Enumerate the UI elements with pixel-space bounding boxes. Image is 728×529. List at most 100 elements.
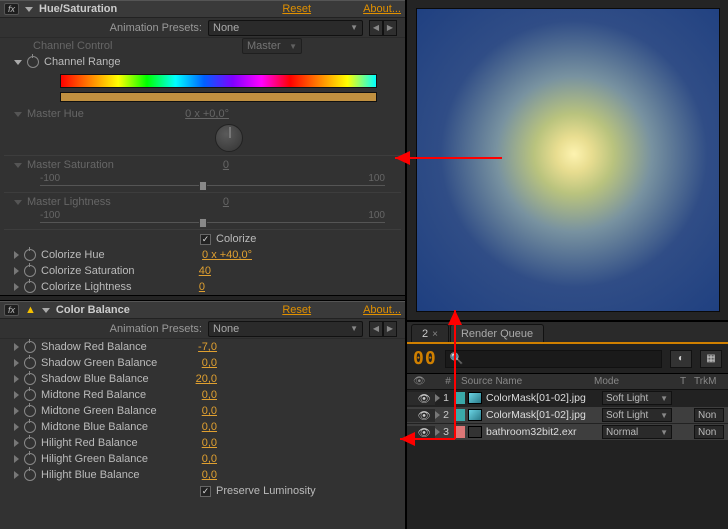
disclosure-icon[interactable]: [14, 60, 22, 65]
col-sat-value[interactable]: 40: [199, 265, 211, 277]
eye-column[interactable]: 👁: [407, 426, 435, 439]
eye-column[interactable]: 👁: [407, 392, 435, 405]
param-row[interactable]: Shadow Green Balance0,0: [0, 355, 405, 371]
colorize-light-row[interactable]: Colorize Lightness 0: [0, 279, 405, 295]
col-mode[interactable]: Mode: [594, 376, 672, 387]
param-value[interactable]: 20,0: [196, 373, 217, 385]
col-t[interactable]: T: [672, 376, 694, 387]
layer-row[interactable]: 👁1ColorMask[01-02].jpgSoft Light▼: [407, 390, 728, 407]
colorize-sat-row[interactable]: Colorize Saturation 40: [0, 263, 405, 279]
disclosure-icon[interactable]: [14, 391, 19, 399]
param-row[interactable]: Midtone Green Balance0,0: [0, 403, 405, 419]
disclosure-icon[interactable]: [42, 308, 50, 313]
master-sat-value[interactable]: 0: [223, 159, 229, 171]
channel-select[interactable]: Master▼: [242, 38, 302, 54]
disclosure-icon[interactable]: [25, 7, 33, 12]
layer-name[interactable]: ColorMask[01-02].jpg: [482, 409, 602, 421]
blend-mode-select[interactable]: Normal▼: [602, 425, 672, 439]
stopwatch-icon[interactable]: [24, 357, 36, 369]
reset-link[interactable]: Reset: [282, 3, 311, 15]
colorize-hue-row[interactable]: Colorize Hue 0 x +40,0°: [0, 247, 405, 263]
disclosure-icon[interactable]: [14, 283, 19, 291]
param-value[interactable]: 0,0: [202, 453, 217, 465]
preset-prev-button[interactable]: ◀: [369, 321, 383, 337]
layer-row[interactable]: 👁2ColorMask[01-02].jpgSoft Light▼Non: [407, 407, 728, 424]
col-source[interactable]: Source Name: [461, 376, 594, 387]
param-row[interactable]: Shadow Red Balance-7,0: [0, 339, 405, 355]
col-trkmat[interactable]: TrkM: [694, 376, 728, 387]
colorize-row[interactable]: ✓ Colorize: [0, 231, 405, 247]
channel-range-row[interactable]: Channel Range: [0, 54, 405, 70]
stopwatch-icon[interactable]: [24, 453, 36, 465]
param-value[interactable]: 0,0: [202, 421, 217, 433]
param-row[interactable]: Hilight Blue Balance0,0: [0, 467, 405, 483]
shy-toggle-button[interactable]: ◐: [670, 350, 692, 368]
param-row[interactable]: Shadow Blue Balance20,0: [0, 371, 405, 387]
effect-header-hue-sat[interactable]: fx Hue/Saturation Reset About...: [0, 0, 405, 18]
preset-select[interactable]: None▼: [208, 321, 363, 337]
label-swatch[interactable]: [455, 392, 465, 404]
disclosure-icon[interactable]: [14, 200, 22, 205]
blend-mode-select[interactable]: Soft Light▼: [602, 391, 672, 405]
preserve-luminosity-checkbox[interactable]: ✓: [200, 486, 211, 497]
saturation-slider[interactable]: -100100: [40, 173, 385, 191]
disclosure-icon[interactable]: [14, 439, 19, 447]
preserve-luminosity-row[interactable]: ✓ Preserve Luminosity: [0, 483, 405, 499]
colorize-checkbox[interactable]: ✓: [200, 234, 211, 245]
about-link[interactable]: About...: [363, 3, 401, 15]
preset-select[interactable]: None▼: [208, 20, 363, 36]
stopwatch-icon[interactable]: [24, 421, 36, 433]
trkmat-select[interactable]: Non: [694, 408, 724, 422]
col-index[interactable]: #: [435, 376, 461, 387]
param-value[interactable]: 0,0: [202, 469, 217, 481]
param-value[interactable]: 0,0: [202, 405, 217, 417]
effect-header-color-balance[interactable]: fx ▲ Color Balance Reset About...: [0, 301, 405, 319]
lightness-slider[interactable]: -100100: [40, 210, 385, 228]
param-row[interactable]: Hilight Green Balance0,0: [0, 451, 405, 467]
param-value[interactable]: 0,0: [202, 357, 217, 369]
reset-link[interactable]: Reset: [282, 304, 311, 316]
disclosure-icon[interactable]: [14, 471, 19, 479]
param-row[interactable]: Hilight Red Balance0,0: [0, 435, 405, 451]
stopwatch-icon[interactable]: [24, 341, 36, 353]
eye-column[interactable]: 👁: [407, 409, 435, 422]
layer-row[interactable]: 👁3bathroom32bit2.exrNormal▼Non: [407, 424, 728, 441]
label-swatch[interactable]: [455, 409, 465, 421]
disclosure-icon[interactable]: [14, 163, 22, 168]
param-value[interactable]: 0,0: [202, 437, 217, 449]
hue-dial[interactable]: [215, 124, 243, 152]
master-light-value[interactable]: 0: [223, 196, 229, 208]
master-hue-value[interactable]: 0 x +0,0°: [185, 108, 229, 120]
disclosure-icon[interactable]: [14, 251, 19, 259]
stopwatch-icon[interactable]: [24, 373, 36, 385]
viewer-panel[interactable]: [407, 0, 728, 322]
stopwatch-icon[interactable]: [27, 56, 39, 68]
trkmat-select[interactable]: Non: [694, 425, 724, 439]
preset-next-button[interactable]: ▶: [383, 321, 397, 337]
stopwatch-icon[interactable]: [24, 265, 36, 277]
param-value[interactable]: 0,0: [202, 389, 217, 401]
param-row[interactable]: Midtone Blue Balance0,0: [0, 419, 405, 435]
tab-render-queue[interactable]: Render Queue: [450, 324, 544, 342]
disclosure-icon[interactable]: [14, 112, 22, 117]
col-light-value[interactable]: 0: [199, 281, 205, 293]
preset-prev-button[interactable]: ◀: [369, 20, 383, 36]
layer-search-input[interactable]: 🔍: [445, 350, 662, 368]
spectrum-bar[interactable]: [60, 74, 377, 88]
timecode-field[interactable]: 00: [413, 348, 437, 369]
disclosure-icon[interactable]: [14, 407, 19, 415]
layer-name[interactable]: bathroom32bit2.exr: [482, 426, 602, 438]
range-selection-bar[interactable]: [60, 92, 377, 102]
stopwatch-icon[interactable]: [24, 469, 36, 481]
disclosure-icon[interactable]: [14, 455, 19, 463]
param-value[interactable]: -7,0: [198, 341, 217, 353]
col-hue-value[interactable]: 0 x +40,0°: [202, 249, 252, 261]
disclosure-icon[interactable]: [14, 343, 19, 351]
tab-comp-active[interactable]: 2×: [411, 324, 449, 342]
master-saturation-row[interactable]: Master Saturation 0: [0, 157, 405, 173]
disclosure-icon[interactable]: [14, 359, 19, 367]
stopwatch-icon[interactable]: [24, 389, 36, 401]
stopwatch-icon[interactable]: [24, 281, 36, 293]
master-lightness-row[interactable]: Master Lightness 0: [0, 194, 405, 210]
about-link[interactable]: About...: [363, 304, 401, 316]
